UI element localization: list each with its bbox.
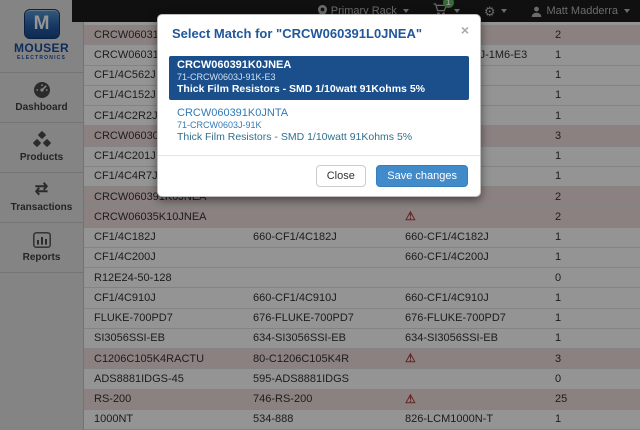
app-window: Primary Rack 1 ⚙ Matt Madderra — [0, 0, 640, 430]
match-part-number: CRCW060391K0JNEA — [177, 59, 461, 72]
match-mouser-number: 71-CRCW0603J-91K-E3 — [177, 72, 461, 83]
modal-body: CRCW060391K0JNEA 71-CRCW0603J-91K-E3 Thi… — [158, 51, 480, 155]
match-description: Thick Film Resistors - SMD 1/10watt 91Ko… — [177, 83, 461, 96]
modal-footer: Close Save changes — [158, 155, 480, 196]
match-part-number: CRCW060391K0JNTA — [177, 107, 461, 120]
save-changes-button[interactable]: Save changes — [376, 165, 468, 187]
select-match-modal: Select Match for "CRCW060391L0JNEA" × CR… — [157, 14, 481, 197]
match-description: Thick Film Resistors - SMD 1/10watt 91Ko… — [177, 131, 461, 144]
close-icon[interactable]: × — [461, 23, 469, 37]
modal-header: Select Match for "CRCW060391L0JNEA" × — [158, 15, 480, 51]
close-button[interactable]: Close — [316, 165, 366, 187]
match-option[interactable]: CRCW060391K0JNTA 71-CRCW0603J-91K Thick … — [169, 104, 469, 148]
match-mouser-number: 71-CRCW0603J-91K — [177, 120, 461, 131]
match-option-selected[interactable]: CRCW060391K0JNEA 71-CRCW0603J-91K-E3 Thi… — [169, 56, 469, 100]
modal-title: Select Match for "CRCW060391L0JNEA" — [172, 26, 422, 41]
